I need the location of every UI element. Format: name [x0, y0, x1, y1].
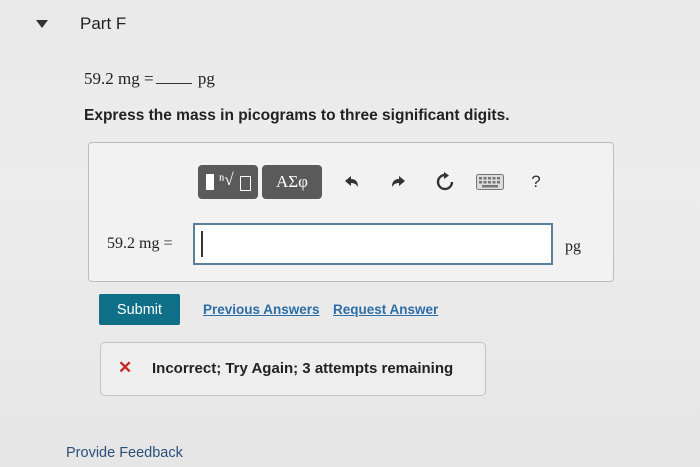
redo-icon[interactable] [388, 172, 410, 192]
blank-line [155, 82, 192, 84]
previous-answers-link[interactable]: Previous Answers [203, 302, 320, 317]
collapse-caret-icon[interactable] [36, 20, 48, 28]
instruction-text: Express the mass in picograms to three s… [84, 107, 510, 124]
answer-label: 59.2 mg = [107, 235, 173, 252]
reset-icon[interactable] [434, 171, 456, 193]
problem-quantity: 59.2 mg [84, 69, 140, 88]
box-icon [240, 176, 251, 191]
templates-button[interactable]: ⁿ√ [198, 165, 258, 199]
feedback-message: Incorrect; Try Again; 3 attempts remaini… [152, 360, 454, 377]
answer-input[interactable] [193, 223, 553, 265]
undo-icon[interactable] [340, 172, 362, 192]
submit-button[interactable]: Submit [99, 294, 180, 325]
part-title: Part F [80, 14, 127, 33]
equals-sign: = [143, 69, 154, 88]
keyboard-icon[interactable] [476, 174, 504, 190]
symbols-button[interactable]: ΑΣφ [262, 165, 322, 199]
radical-icon: ⁿ√ [219, 170, 234, 189]
help-button[interactable]: ? [528, 170, 544, 194]
provide-feedback-link[interactable]: Provide Feedback [66, 445, 183, 461]
problem-unit: pg [197, 69, 215, 88]
incorrect-icon: ✕ [118, 358, 133, 377]
text-cursor [201, 231, 203, 257]
problem-statement: 59.2 mg = pg [84, 69, 215, 89]
answer-unit: pg [565, 238, 581, 255]
request-answer-link[interactable]: Request Answer [333, 302, 438, 317]
block-icon [206, 174, 214, 190]
